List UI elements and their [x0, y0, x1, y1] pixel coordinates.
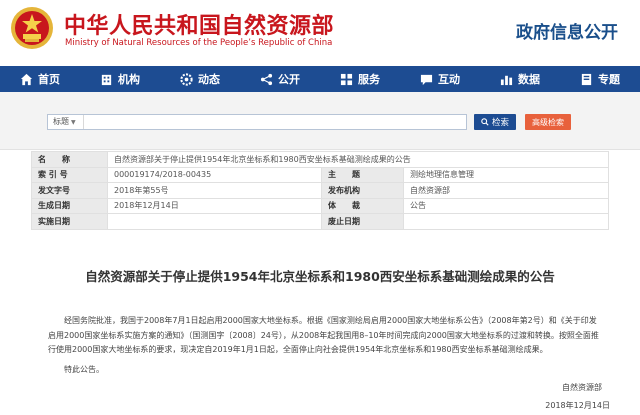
- nav-item-services[interactable]: 服务: [320, 66, 400, 92]
- meta-label-topic: 主 题: [321, 166, 404, 183]
- meta-value-issuer: 自然资源部: [403, 182, 609, 199]
- site-header: 中华人民共和国自然资源部 Ministry of Natural Resourc…: [0, 0, 640, 60]
- meta-label-issuer: 发布机构: [321, 182, 404, 199]
- nav-item-organization[interactable]: 机构: [80, 66, 160, 92]
- chart-icon: [500, 75, 513, 85]
- meta-value-repeal: [403, 213, 609, 230]
- chevron-down-icon: ▼: [71, 119, 76, 126]
- meta-value-date: 2018年12月14日: [107, 197, 322, 214]
- nav-item-home[interactable]: 首页: [0, 66, 80, 92]
- search-bar: 标题 ▼ 检索 高级检索: [0, 92, 640, 150]
- nav-item-label: 动态: [198, 73, 220, 86]
- book-icon: [581, 73, 592, 85]
- nav-item-news[interactable]: 动态: [160, 66, 240, 92]
- nav-item-data[interactable]: 数据: [480, 66, 560, 92]
- search-button[interactable]: 检索: [474, 114, 516, 130]
- nav-item-label: 首页: [38, 73, 60, 86]
- nav-item-interaction[interactable]: 互动: [400, 66, 480, 92]
- document-meta-table: 名 称 自然资源部关于停止提供1954年北京坐标系和1980西安坐标系基础测绘成…: [31, 151, 609, 230]
- search-scope-label: 标题: [53, 117, 69, 126]
- gear-icon: [180, 72, 193, 86]
- table-row: 生成日期 2018年12月14日 体 裁 公告: [31, 197, 609, 214]
- signature-organization: 自然资源部: [562, 383, 602, 392]
- share-icon: [260, 73, 273, 85]
- meta-label-date: 生成日期: [31, 197, 108, 214]
- meta-label-docno: 发文字号: [31, 182, 108, 199]
- home-icon: [20, 73, 33, 85]
- search-scope-select[interactable]: 标题 ▼: [48, 115, 84, 129]
- main-nav: 首页 机构 动态 公开 服务 互动 数据 专题: [0, 66, 640, 92]
- meta-value-implementation: [107, 213, 322, 230]
- nav-item-disclosure[interactable]: 公开: [240, 66, 320, 92]
- grid-icon: [340, 73, 353, 85]
- article-title: 自然资源部关于停止提供1954年北京坐标系和1980西安坐标系基础测绘成果的公告: [85, 269, 555, 284]
- article-closing: 特此公告。: [64, 365, 104, 374]
- nav-item-label: 公开: [278, 73, 300, 86]
- table-row: 发文字号 2018年第55号 发布机构 自然资源部: [31, 182, 609, 199]
- search-button-label: 检索: [491, 118, 509, 128]
- nav-item-label: 机构: [118, 73, 140, 86]
- search-box: 标题 ▼: [47, 114, 467, 130]
- table-row: 索 引 号 000019174/2018-00435 主 题 测绘地理信息管理: [31, 166, 609, 183]
- article-body: 经国务院批准，我国于2008年7月1日起启用2000国家大地坐标系。根据《国家测…: [48, 316, 599, 354]
- meta-value-docno: 2018年第55号: [107, 182, 322, 199]
- section-title[interactable]: 政府信息公开: [516, 18, 618, 43]
- nav-item-label: 数据: [518, 73, 540, 86]
- site-title-english: Ministry of Natural Resources of the Peo…: [65, 38, 333, 48]
- meta-label-implementation: 实施日期: [31, 213, 108, 230]
- building-icon: [101, 74, 112, 85]
- site-title[interactable]: 中华人民共和国自然资源部: [64, 8, 334, 40]
- table-row: 名 称 自然资源部关于停止提供1954年北京坐标系和1980西安坐标系基础测绘成…: [31, 151, 609, 168]
- meta-value-index: 000019174/2018-00435: [107, 166, 322, 183]
- meta-value-name: 自然资源部关于停止提供1954年北京坐标系和1980西安坐标系基础测绘成果的公告: [107, 151, 609, 168]
- nav-item-label: 服务: [358, 73, 380, 86]
- meta-label-type: 体 裁: [321, 197, 404, 214]
- table-row: 实施日期 废止日期: [31, 213, 609, 230]
- meta-value-topic: 测绘地理信息管理: [403, 166, 609, 183]
- nav-item-topics[interactable]: 专题: [560, 66, 640, 92]
- search-icon: [481, 118, 489, 126]
- chat-icon: [420, 74, 433, 85]
- meta-label-index: 索 引 号: [31, 166, 108, 183]
- signature-date: 2018年12月14日: [545, 401, 610, 410]
- meta-value-type: 公告: [403, 197, 609, 214]
- advanced-search-button[interactable]: 高级检索: [525, 114, 571, 130]
- national-emblem-icon[interactable]: [10, 6, 54, 50]
- nav-item-label: 专题: [598, 73, 620, 86]
- meta-label-repeal: 废止日期: [321, 213, 404, 230]
- meta-label-name: 名 称: [31, 151, 108, 168]
- search-input[interactable]: [85, 115, 465, 129]
- nav-item-label: 互动: [438, 73, 460, 86]
